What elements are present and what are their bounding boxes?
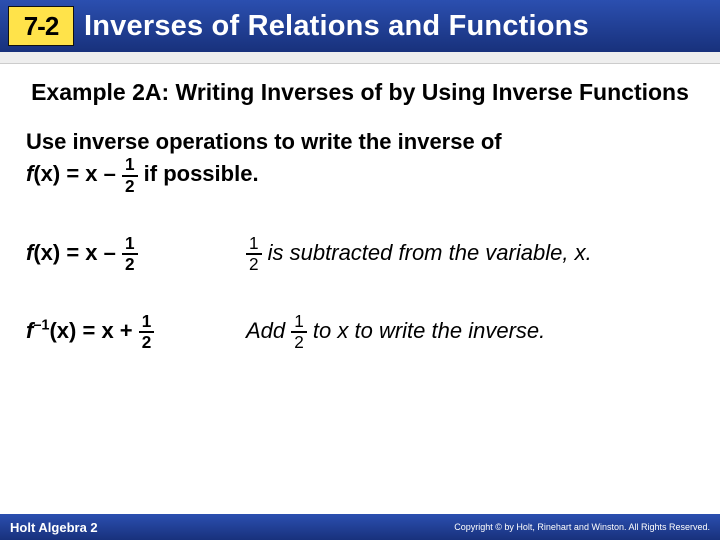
step2-rhs-text: to x to write the inverse.	[307, 318, 545, 343]
step1-arg: (x) = x –	[33, 240, 122, 265]
step1-rhs-text: is subtracted from the variable, x.	[262, 240, 592, 265]
step2-rhs-pre: Add	[246, 318, 291, 343]
step1-fraction: 12	[122, 235, 138, 273]
step1-rhs-den: 2	[246, 255, 262, 273]
step1-den: 2	[122, 255, 138, 273]
step1-equation: f(x) = x – 12	[26, 235, 246, 273]
step2-equation: f–1(x) = x + 12	[26, 313, 246, 351]
slide-title: Inverses of Relations and Functions	[84, 10, 589, 43]
section-badge: 7-2	[8, 6, 74, 46]
step-row-2: f–1(x) = x + 12 Add 12 to x to write the…	[26, 313, 694, 351]
prompt-arg: (x) = x –	[33, 161, 122, 186]
prompt-pre: Use inverse operations to write the inve…	[26, 129, 502, 154]
frac-den: 2	[122, 177, 138, 195]
step2-num: 1	[139, 313, 155, 333]
step2-sup: –1	[33, 318, 49, 334]
step2-rhs-den: 2	[291, 333, 307, 351]
footer-copyright: Copyright © by Holt, Rinehart and Winsto…	[454, 522, 710, 532]
step2-arg: (x) = x +	[49, 318, 138, 343]
step1-rhs-num: 1	[246, 235, 262, 255]
example-heading: Example 2A: Writing Inverses of by Using…	[26, 78, 694, 107]
problem-prompt: Use inverse operations to write the inve…	[26, 127, 694, 195]
prompt-fraction: 12	[122, 156, 138, 194]
footer-left: Holt Algebra 2	[10, 520, 98, 535]
slide: 7-2 Inverses of Relations and Functions …	[0, 0, 720, 540]
step1-explain: 12 is subtracted from the variable, x.	[246, 235, 694, 273]
frac-num: 1	[122, 156, 138, 176]
step2-den: 2	[139, 333, 155, 351]
prompt-post: if possible.	[138, 161, 259, 186]
step2-fraction: 12	[139, 313, 155, 351]
header-bar: 7-2 Inverses of Relations and Functions	[0, 0, 720, 52]
step1-rhs-fraction: 12	[246, 235, 262, 273]
footer-bar: Holt Algebra 2 Copyright © by Holt, Rine…	[0, 514, 720, 540]
step1-num: 1	[122, 235, 138, 255]
step2-explain: Add 12 to x to write the inverse.	[246, 313, 694, 351]
content-area: Example 2A: Writing Inverses of by Using…	[0, 64, 720, 514]
step2-rhs-num: 1	[291, 313, 307, 333]
step-row-1: f(x) = x – 12 12 is subtracted from the …	[26, 235, 694, 273]
header-divider	[0, 52, 720, 64]
step2-rhs-fraction: 12	[291, 313, 307, 351]
